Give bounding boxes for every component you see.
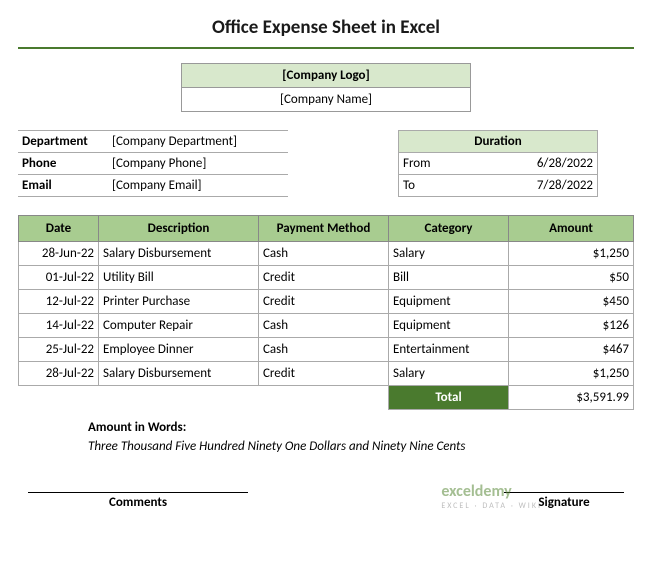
cell-amt: $450 [509, 290, 634, 314]
cell-desc: Employee Dinner [99, 338, 259, 362]
cell-method: Cash [259, 242, 389, 266]
from-label: From [403, 156, 431, 171]
signature-label: Signature [504, 492, 624, 510]
col-cat: Category [389, 216, 509, 242]
cell-cat: Salary [389, 242, 509, 266]
comments-label: Comments [28, 492, 248, 510]
table-row: 28-Jul-22Salary DisbursementCreditSalary… [19, 362, 634, 386]
col-amt: Amount [509, 216, 634, 242]
cell-cat: Equipment [389, 290, 509, 314]
table-header-row: Date Description Payment Method Category… [19, 216, 634, 242]
cell-amt: $1,250 [509, 362, 634, 386]
company-header: [Company Logo] [Company Name] [181, 63, 471, 112]
cell-date: 28-Jun-22 [19, 242, 99, 266]
cell-desc: Printer Purchase [99, 290, 259, 314]
table-row: 28-Jun-22Salary DisbursementCashSalary$1… [19, 242, 634, 266]
total-label: Total [389, 386, 509, 410]
col-method: Payment Method [259, 216, 389, 242]
duration-block: Duration From 6/28/2022 To 7/28/2022 [398, 130, 598, 197]
duration-heading: Duration [398, 130, 598, 153]
cell-cat: Equipment [389, 314, 509, 338]
table-row: 01-Jul-22Utility BillCreditBill$50 [19, 266, 634, 290]
cell-desc: Salary Disbursement [99, 362, 259, 386]
col-desc: Description [99, 216, 259, 242]
meta-section: Department [Company Department] Phone [C… [18, 130, 634, 197]
cell-cat: Salary [389, 362, 509, 386]
cell-desc: Salary Disbursement [99, 242, 259, 266]
phone-label: Phone [18, 153, 108, 175]
dept-label: Department [18, 130, 108, 153]
cell-date: 25-Jul-22 [19, 338, 99, 362]
amount-words-text: Three Thousand Five Hundred Ninety One D… [88, 439, 634, 454]
cell-method: Credit [259, 266, 389, 290]
from-value: 6/28/2022 [537, 156, 593, 171]
cell-date: 28-Jul-22 [19, 362, 99, 386]
email-label: Email [18, 175, 108, 197]
total-value: $3,591.99 [509, 386, 634, 410]
table-row: 12-Jul-22Printer PurchaseCreditEquipment… [19, 290, 634, 314]
cell-date: 01-Jul-22 [19, 266, 99, 290]
to-value: 7/28/2022 [537, 178, 593, 193]
cell-method: Cash [259, 314, 389, 338]
duration-to-row: To 7/28/2022 [398, 175, 598, 197]
dept-value: [Company Department] [108, 130, 288, 153]
footer: Comments Signature [18, 492, 634, 510]
company-name-placeholder: [Company Name] [182, 88, 470, 111]
cell-method: Credit [259, 290, 389, 314]
cell-date: 12-Jul-22 [19, 290, 99, 314]
cell-cat: Entertainment [389, 338, 509, 362]
cell-date: 14-Jul-22 [19, 314, 99, 338]
cell-desc: Utility Bill [99, 266, 259, 290]
duration-from-row: From 6/28/2022 [398, 153, 598, 175]
cell-method: Cash [259, 338, 389, 362]
page-title: Office Expense Sheet in Excel [18, 10, 634, 49]
expense-table: Date Description Payment Method Category… [18, 215, 634, 410]
table-row: 25-Jul-22Employee DinnerCashEntertainmen… [19, 338, 634, 362]
amount-words-label: Amount in Words: [88, 420, 634, 435]
cell-method: Credit [259, 362, 389, 386]
total-row: Total $3,591.99 [19, 386, 634, 410]
table-row: 14-Jul-22Computer RepairCashEquipment$12… [19, 314, 634, 338]
amount-words-block: Amount in Words: Three Thousand Five Hun… [88, 420, 634, 454]
cell-cat: Bill [389, 266, 509, 290]
cell-amt: $467 [509, 338, 634, 362]
phone-value: [Company Phone] [108, 153, 288, 175]
to-label: To [403, 178, 415, 193]
cell-desc: Computer Repair [99, 314, 259, 338]
company-logo-placeholder: [Company Logo] [182, 64, 470, 88]
col-date: Date [19, 216, 99, 242]
cell-amt: $50 [509, 266, 634, 290]
company-info: Department [Company Department] Phone [C… [18, 130, 288, 197]
cell-amt: $126 [509, 314, 634, 338]
email-value: [Company Email] [108, 175, 288, 197]
cell-amt: $1,250 [509, 242, 634, 266]
